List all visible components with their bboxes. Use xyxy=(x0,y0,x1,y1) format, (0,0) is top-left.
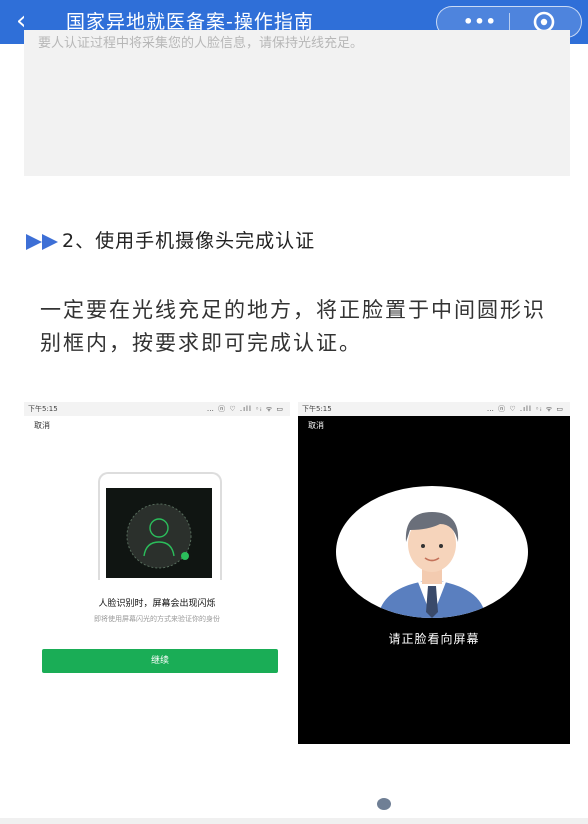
face-verification-screenshot-left: 下午5:15 … ⓝ ♡ .ıll ◦ᵢ ᯤ ▭ 取消 人脸识别时，屏幕会出现闪… xyxy=(24,402,290,744)
previous-step-text: 要人认证过程中将采集您的人脸信息，请保持光线充足。 xyxy=(38,36,364,51)
continue-button[interactable]: 继续 xyxy=(42,649,278,673)
section-heading: 2、使用手机摄像头完成认证 xyxy=(62,230,316,252)
status-time: 下午5:15 xyxy=(28,405,58,413)
phone-illustration xyxy=(98,472,222,580)
instruction-paragraph: 一定要在光线充足的地方，将正脸置于中间圆形识别框内，按要求即可完成认证。 xyxy=(40,298,546,355)
status-icons: … ⓝ ♡ .ıll ◦ᵢ ᯤ ▭ xyxy=(206,405,284,413)
flash-tip-subtitle: 即将使用屏幕闪光的方式来验证你的身份 xyxy=(94,615,220,623)
status-bar: 下午5:15 … ⓝ ♡ .ıll ◦ᵢ ᯤ ▭ xyxy=(24,402,290,416)
flash-tip-title: 人脸识别时，屏幕会出现闪烁 xyxy=(98,599,216,609)
bottom-edge xyxy=(0,818,588,824)
status-time: 下午5:15 xyxy=(302,405,332,413)
face-frame-oval xyxy=(336,486,528,618)
cancel-link[interactable]: 取消 xyxy=(34,420,50,431)
status-icons: … ⓝ ♡ .ıll ◦ᵢ ᯤ ▭ xyxy=(486,405,564,413)
phone-screen xyxy=(106,488,212,578)
previous-step-image: 要人认证过程中将采集您的人脸信息，请保持光线充足。 xyxy=(24,30,570,176)
person-avatar-icon xyxy=(378,512,486,618)
page-indicator-dot xyxy=(377,798,391,810)
face-look-tip: 请正脸看向屏幕 xyxy=(388,632,480,646)
face-verification-screenshot-right: 下午5:15 … ⓝ ♡ .ıll ◦ᵢ ᯤ ▭ 取消 请正脸看向屏幕 xyxy=(298,402,570,744)
cancel-link[interactable]: 取消 xyxy=(308,420,324,431)
face-scan-icon xyxy=(126,503,192,569)
status-bar: 下午5:15 … ⓝ ♡ .ıll ◦ᵢ ᯤ ▭ xyxy=(298,402,570,416)
capsule-divider xyxy=(509,13,510,31)
double-arrow-icon xyxy=(26,234,62,250)
